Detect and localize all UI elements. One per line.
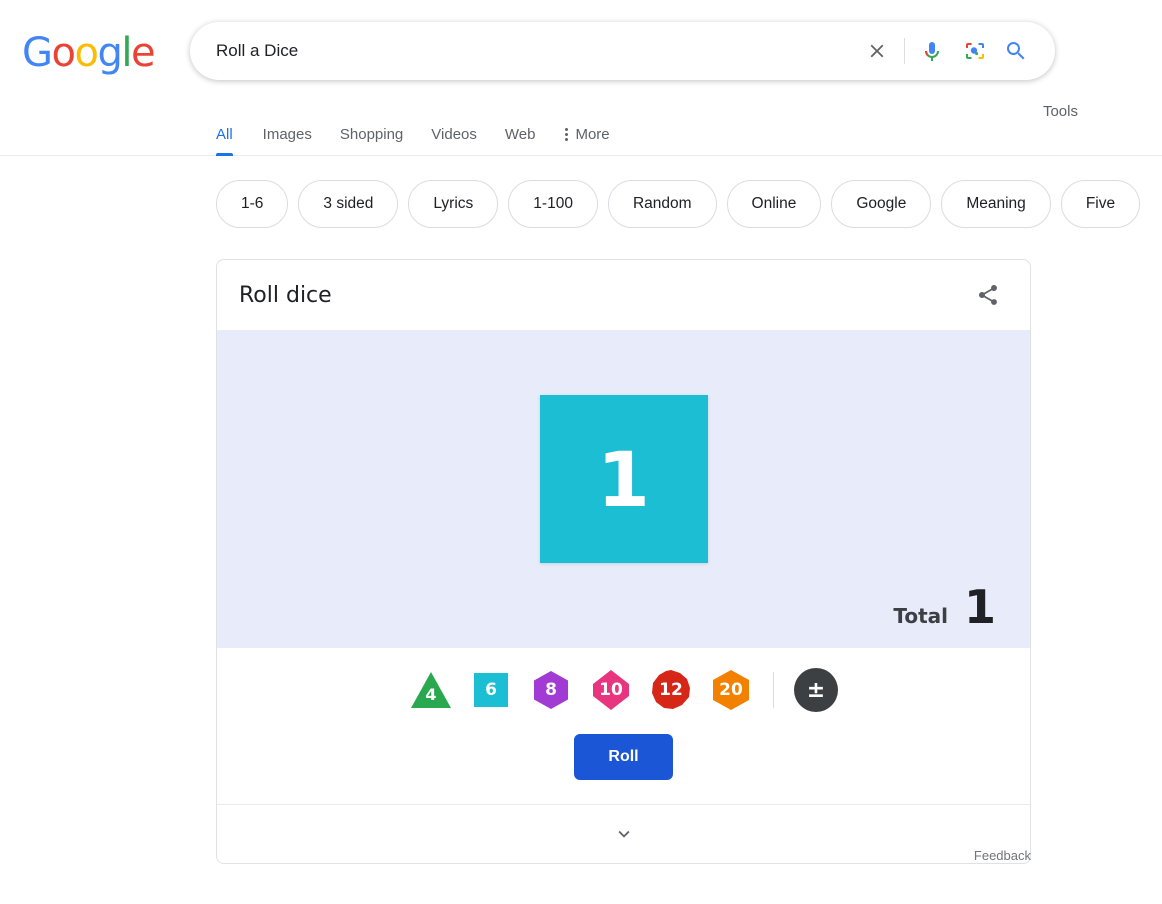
logo-letter-o2: o (74, 30, 98, 76)
roll-dice-widget: Roll dice 1 Total 1 4 6 8 10 12 20 ± Rol… (216, 259, 1031, 864)
dice-controls: 4 6 8 10 12 20 ± Roll (217, 648, 1030, 863)
expand-widget-button[interactable] (217, 805, 1030, 863)
chip-lyrics[interactable]: Lyrics (408, 180, 499, 228)
search-input[interactable] (216, 36, 856, 66)
search-bar[interactable] (190, 22, 1055, 80)
page-title: Roll dice (239, 282, 332, 308)
google-lens-icon[interactable] (953, 30, 995, 72)
dice-option-d20-label: 20 (719, 679, 743, 700)
tab-more-label: More (575, 126, 610, 143)
tab-web[interactable]: Web (491, 127, 550, 156)
dice-option-d12[interactable]: 12 (649, 668, 693, 712)
die-face[interactable]: 1 (539, 395, 708, 563)
search-icon[interactable] (995, 30, 1037, 72)
dice-stage: 1 Total 1 (217, 330, 1030, 648)
widget-header: Roll dice (217, 260, 1030, 330)
feedback-link[interactable]: Feedback (974, 848, 1031, 863)
dice-option-d10-label: 10 (599, 679, 623, 700)
tools-button[interactable]: Tools (1035, 104, 1086, 133)
tab-shopping[interactable]: Shopping (326, 127, 417, 156)
search-divider (904, 38, 905, 64)
dice-option-d4-label: 4 (425, 684, 437, 704)
plus-minus-icon[interactable]: ± (794, 668, 838, 712)
logo-letter-e: e (130, 30, 156, 76)
tab-videos[interactable]: Videos (417, 127, 491, 156)
dice-option-d8[interactable]: 8 (529, 668, 573, 712)
chevron-down-icon (618, 830, 629, 838)
filter-chips: 1-6 3 sided Lyrics 1-100 Random Online G… (0, 156, 1162, 228)
page-header: Google (0, 0, 1162, 104)
chip-five[interactable]: Five (1060, 180, 1141, 228)
google-logo[interactable]: Google (22, 30, 156, 76)
chip-google[interactable]: Google (831, 180, 932, 228)
roll-button[interactable]: Roll (574, 734, 673, 780)
dice-option-d8-label: 8 (545, 679, 557, 700)
vertical-dots-icon (565, 128, 569, 141)
chip-3-sided[interactable]: 3 sided (298, 180, 399, 228)
chip-1-100[interactable]: 1-100 (508, 180, 598, 228)
search-bar-actions (856, 30, 1037, 72)
dice-option-d6-label: 6 (485, 679, 497, 700)
chip-random[interactable]: Random (607, 180, 717, 228)
total-value: 1 (963, 580, 996, 634)
logo-letter-g1: G (22, 30, 53, 76)
microphone-icon[interactable] (911, 30, 953, 72)
total-display: Total 1 (893, 584, 996, 630)
tab-all[interactable]: All (216, 127, 249, 156)
search-nav-bar: All Images Shopping Videos Web More Tool… (0, 104, 1162, 156)
logo-letter-g2: g (97, 30, 122, 76)
chip-meaning[interactable]: Meaning (941, 180, 1051, 228)
logo-letter-o1: o (51, 30, 76, 76)
close-icon[interactable] (856, 30, 898, 72)
dice-option-d4[interactable]: 4 (409, 668, 453, 712)
logo-letter-l: l (121, 30, 132, 76)
dice-type-picker: 4 6 8 10 12 20 ± (217, 668, 1030, 712)
picker-divider (773, 672, 774, 708)
chip-online[interactable]: Online (726, 180, 822, 228)
dice-option-d10[interactable]: 10 (589, 668, 633, 712)
tab-more[interactable]: More (549, 127, 623, 156)
nav-tabs: All Images Shopping Videos Web More (216, 104, 624, 156)
tab-images[interactable]: Images (249, 127, 326, 156)
chip-1-6[interactable]: 1-6 (216, 180, 289, 228)
dice-option-d6[interactable]: 6 (469, 668, 513, 712)
roll-row: Roll (217, 712, 1030, 805)
total-label: Total (893, 604, 948, 628)
share-icon[interactable] (968, 275, 1008, 315)
dice-option-d20[interactable]: 20 (709, 668, 753, 712)
dice-option-d12-label: 12 (659, 679, 683, 700)
